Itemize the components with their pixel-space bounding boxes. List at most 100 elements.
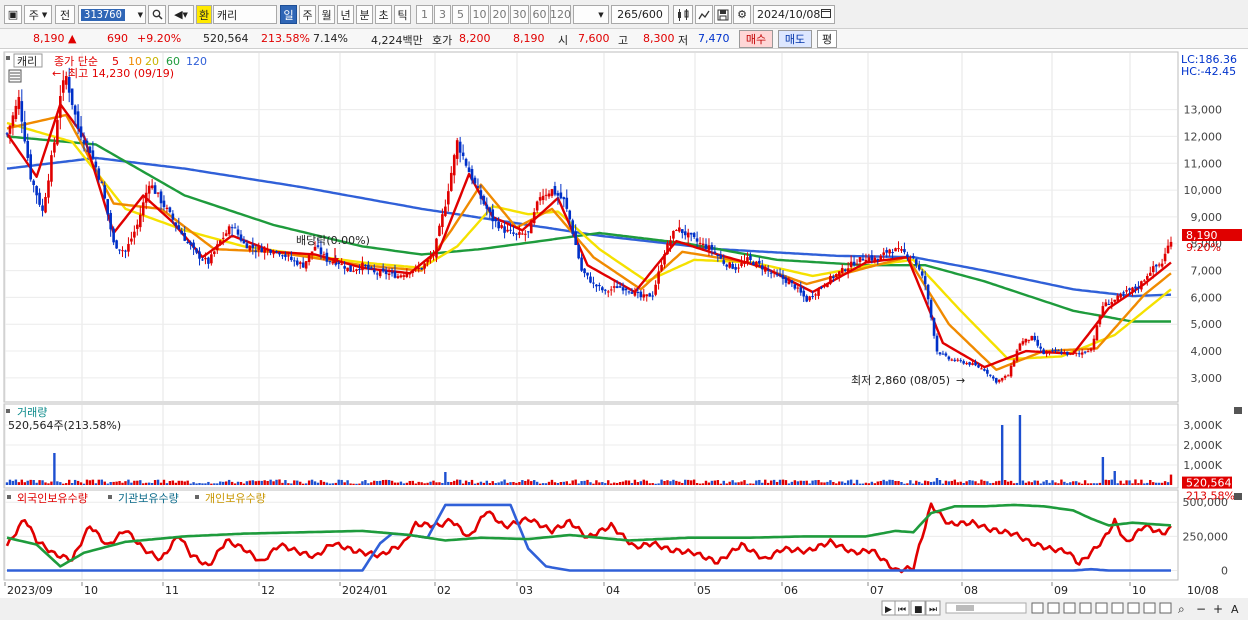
close-pane-icon[interactable] bbox=[1234, 407, 1242, 414]
open-label: 시 bbox=[558, 34, 569, 47]
period-tab-2[interactable]: 월 bbox=[318, 5, 335, 24]
evaluate-button[interactable]: 평 bbox=[817, 30, 837, 48]
layout-7-icon[interactable] bbox=[1127, 602, 1140, 614]
volume-bar bbox=[903, 483, 906, 485]
period-tab-3[interactable]: 년 bbox=[337, 5, 354, 24]
speaker-icon[interactable]: ◀ ▼ bbox=[168, 5, 194, 24]
layout-1-icon[interactable] bbox=[1031, 602, 1044, 614]
window-menu-icon[interactable]: ▣ bbox=[4, 5, 22, 24]
volume-bar bbox=[230, 481, 234, 485]
interval-button-60[interactable]: 60 bbox=[530, 5, 549, 24]
volume-bar bbox=[630, 483, 634, 485]
volume-bar bbox=[180, 480, 183, 485]
candle-body bbox=[870, 255, 874, 261]
volume-bar bbox=[728, 481, 731, 485]
volume-bar bbox=[461, 483, 465, 485]
zoom-search-icon: ⌕ bbox=[1178, 602, 1185, 616]
volume-bar bbox=[811, 480, 814, 485]
stock-chart[interactable]: 3,0004,0005,0006,0007,0008,0009,00010,00… bbox=[0, 50, 1248, 621]
candle-body bbox=[680, 229, 684, 234]
interval-button-20[interactable]: 20 bbox=[490, 5, 509, 24]
volume-bar bbox=[841, 481, 844, 485]
candle-body bbox=[476, 186, 480, 188]
period-tab-1[interactable]: 주 bbox=[299, 5, 316, 24]
candle-body bbox=[455, 140, 459, 159]
draw-tool-icon[interactable] bbox=[695, 5, 713, 24]
close-pane-icon[interactable] bbox=[1234, 493, 1242, 500]
layout-8-icon[interactable] bbox=[1143, 602, 1156, 614]
volume-bar bbox=[429, 481, 432, 485]
volume-bar bbox=[654, 483, 657, 485]
candle-body bbox=[133, 231, 136, 238]
gear-icon[interactable]: ⚙ bbox=[733, 5, 751, 24]
stock-code-input[interactable]: 313760 ▼ bbox=[78, 5, 146, 24]
layout-2-icon[interactable] bbox=[1047, 602, 1060, 614]
interval-button-5[interactable]: 5 bbox=[452, 5, 469, 24]
volume-bar bbox=[269, 479, 272, 485]
period-tab-0[interactable]: 일 bbox=[280, 5, 297, 24]
candle-body bbox=[1146, 276, 1149, 280]
candle-body bbox=[912, 256, 915, 258]
scope-button[interactable]: 전 bbox=[55, 5, 75, 24]
candle-body bbox=[358, 268, 361, 270]
volume-bar bbox=[248, 480, 252, 485]
volume-bar bbox=[571, 480, 574, 485]
candle-body bbox=[1003, 375, 1007, 378]
candle-body bbox=[426, 259, 429, 262]
chevron-down-icon[interactable]: ▼ bbox=[138, 11, 143, 19]
volume-bar bbox=[521, 480, 524, 485]
volume-bar bbox=[766, 482, 770, 485]
volume-bar bbox=[299, 481, 302, 485]
type-dropdown[interactable]: 주 ▼ bbox=[24, 5, 52, 24]
save-icon[interactable] bbox=[714, 5, 732, 24]
candle-body bbox=[138, 214, 142, 228]
layout-3-icon[interactable] bbox=[1063, 602, 1076, 614]
layout-5-icon[interactable] bbox=[1095, 602, 1108, 614]
layout-6-icon[interactable] bbox=[1111, 602, 1124, 614]
candle-body bbox=[272, 253, 275, 255]
calendar-icon[interactable] bbox=[821, 8, 831, 21]
period-tab-5[interactable]: 초 bbox=[375, 5, 392, 24]
volume-bar bbox=[1146, 482, 1149, 485]
candle-body bbox=[441, 214, 444, 227]
candle-body bbox=[991, 376, 995, 379]
candle-body bbox=[1104, 302, 1108, 307]
volume-bar bbox=[568, 483, 571, 485]
volume-bar bbox=[224, 481, 228, 485]
candle-type-icon[interactable] bbox=[673, 5, 693, 24]
buy-button[interactable]: 매수 bbox=[739, 30, 773, 48]
interval-button-10[interactable]: 10 bbox=[470, 5, 489, 24]
search-icon[interactable] bbox=[148, 5, 166, 24]
candle-body bbox=[1077, 353, 1081, 355]
candle-body bbox=[1128, 288, 1131, 291]
candle-body bbox=[420, 267, 423, 270]
candle-body bbox=[601, 287, 604, 291]
volume-bar bbox=[301, 483, 305, 485]
interval-button-3[interactable]: 3 bbox=[434, 5, 451, 24]
candle-body bbox=[236, 229, 240, 235]
stock-name-field[interactable]: 캐리 bbox=[213, 5, 277, 24]
high-price: 8,300 bbox=[643, 32, 675, 45]
volume-bar bbox=[204, 483, 207, 485]
x-axis-label: 03 bbox=[519, 584, 533, 597]
candle-body bbox=[1113, 299, 1117, 302]
sell-button[interactable]: 매도 bbox=[778, 30, 812, 48]
layout-4-icon[interactable] bbox=[1079, 602, 1092, 614]
layout-9-icon[interactable] bbox=[1159, 602, 1172, 614]
date-field[interactable]: 2024/10/08 bbox=[753, 5, 835, 24]
interval-button-1[interactable]: 1 bbox=[416, 5, 433, 24]
candle-body bbox=[802, 290, 806, 297]
candle-body bbox=[740, 262, 743, 267]
candle-body bbox=[669, 240, 672, 246]
interval-button-120[interactable]: 120 bbox=[550, 5, 571, 24]
bar-count-field[interactable]: 265/600 bbox=[611, 5, 669, 24]
period-tab-4[interactable]: 분 bbox=[356, 5, 373, 24]
period-tab-6[interactable]: 틱 bbox=[394, 5, 411, 24]
candle-body bbox=[1006, 375, 1010, 377]
volume-bar bbox=[396, 482, 400, 485]
zoom-slider-thumb[interactable] bbox=[956, 605, 974, 611]
candle-body bbox=[817, 288, 820, 296]
candle-body bbox=[482, 196, 486, 205]
interval-dropdown[interactable]: ▼ bbox=[573, 5, 609, 24]
interval-button-30[interactable]: 30 bbox=[510, 5, 529, 24]
